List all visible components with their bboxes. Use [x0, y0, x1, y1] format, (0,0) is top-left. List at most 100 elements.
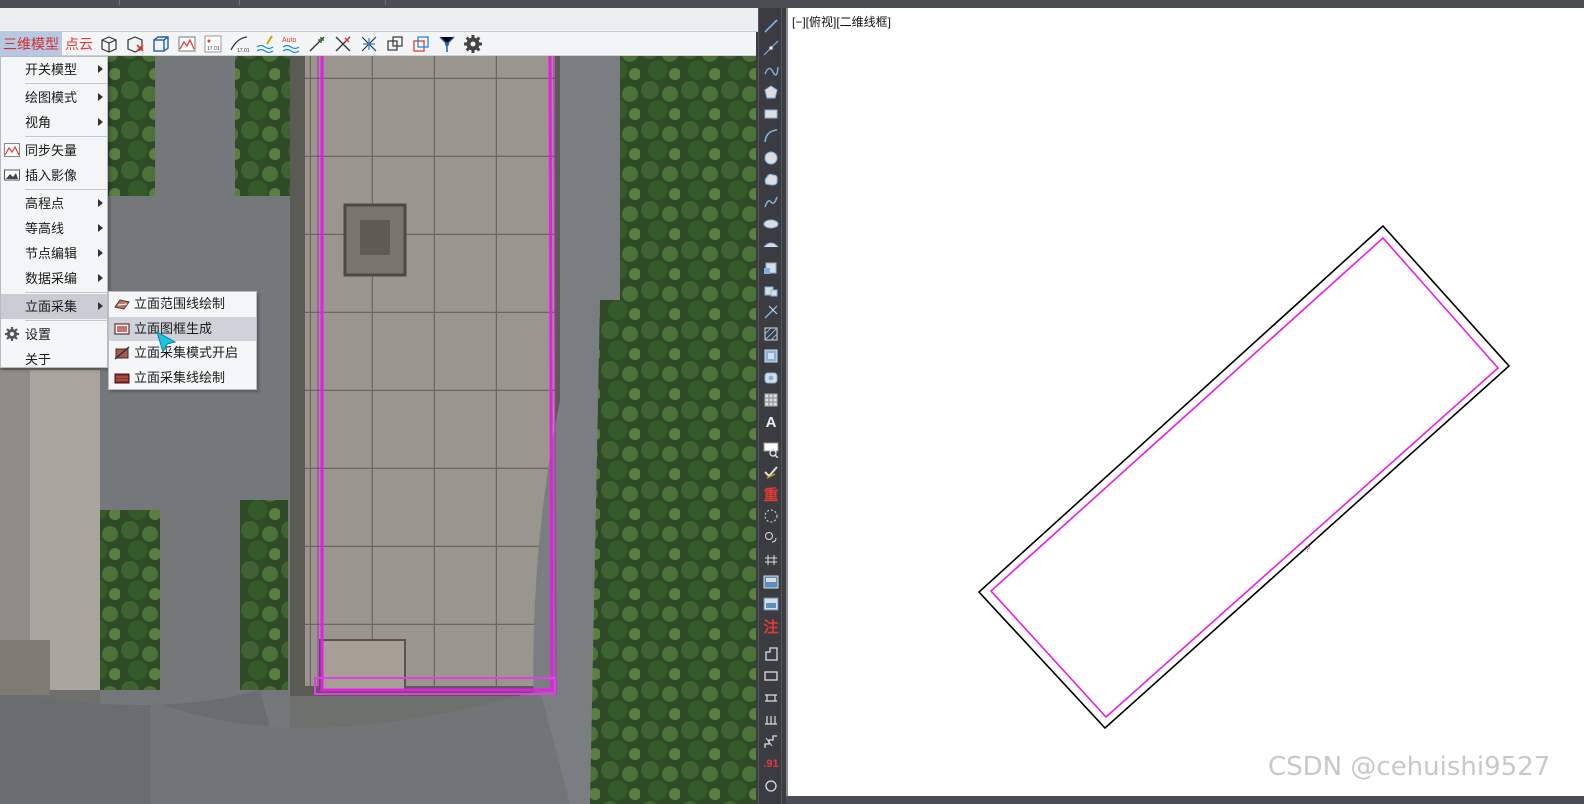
menu-item-insert-image[interactable]: 插入影像: [1, 163, 107, 188]
spline-icon[interactable]: [761, 192, 781, 212]
menu-3d-model[interactable]: 三维模型: [0, 31, 62, 56]
insert-image-icon: [4, 169, 20, 181]
ladder-icon[interactable]: [761, 688, 781, 708]
sync-vector-icon: [4, 143, 20, 157]
plugin-toolbar: 三维模型 点云 17.01 17.01 Auto: [0, 31, 756, 56]
viewer-title-bar: [0, 8, 758, 32]
stair-icon[interactable]: [761, 732, 781, 752]
polygon-icon[interactable]: [761, 82, 781, 102]
table-icon[interactable]: [761, 390, 781, 410]
node-delete-icon[interactable]: [330, 32, 356, 56]
copy-box-icon[interactable]: [382, 32, 408, 56]
menu-item-label: 关于: [25, 352, 52, 367]
menu-item-contour[interactable]: 等高线: [1, 216, 107, 241]
text-tool-label: A: [765, 413, 777, 431]
ellipse-icon[interactable]: [761, 214, 781, 234]
contour-label-icon[interactable]: 17.01: [226, 32, 252, 56]
corner-box-icon[interactable]: [761, 644, 781, 664]
snap-lines-icon[interactable]: [434, 32, 460, 56]
heavy-tool-icon[interactable]: 重: [761, 484, 781, 504]
top-tab[interactable]: [0, 0, 120, 5]
elevation-point-icon[interactable]: 17.01: [200, 32, 226, 56]
code-search-icon[interactable]: [761, 440, 781, 460]
menu-item-toggle-model[interactable]: 开关模型: [1, 57, 107, 82]
menu-item-view-angle[interactable]: 视角: [1, 110, 107, 135]
cube-wire-icon[interactable]: [148, 32, 174, 56]
3d-model-dropdown-menu: 开关模型 绘图模式 视角 同步矢量 插入影像 高程点 等高线 节点编辑 数据采编: [0, 56, 108, 368]
point-icon[interactable]: [761, 302, 781, 322]
cube-delete-icon[interactable]: [122, 32, 148, 56]
submenu-arrow-icon: [98, 199, 103, 207]
menu-item-facade-collect[interactable]: 立面采集: [1, 294, 107, 319]
menu-point-cloud[interactable]: 点云: [62, 32, 96, 56]
menu-item-label: 数据采编: [25, 271, 78, 286]
overlap-box-icon[interactable]: [408, 32, 434, 56]
menu-item-label: 等高线: [25, 221, 65, 236]
elevation-91-label: .91: [763, 758, 779, 770]
arc-icon[interactable]: [761, 126, 781, 146]
cube-outline-icon[interactable]: [96, 32, 122, 56]
camera-rotate-icon[interactable]: [761, 528, 781, 548]
csdn-watermark: CSDN @cehuishi9527: [1268, 752, 1551, 782]
menu-item-data-collect[interactable]: 数据采编: [1, 266, 107, 291]
menu-item-sync-vector[interactable]: 同步矢量: [1, 138, 107, 163]
menu-item-elevation-point[interactable]: 高程点: [1, 191, 107, 216]
polyline-icon[interactable]: [761, 60, 781, 80]
menu-item-settings[interactable]: 设置: [1, 322, 107, 347]
menu-item-node-edit[interactable]: 节点编辑: [1, 241, 107, 266]
dimension-icon[interactable]: [761, 550, 781, 570]
auto-contour-icon[interactable]: Auto: [278, 32, 304, 56]
3d-model-viewport[interactable]: [0, 56, 756, 804]
hatch-icon[interactable]: [761, 324, 781, 344]
image-frame-icon[interactable]: [761, 572, 781, 592]
image-chart-icon[interactable]: [174, 32, 200, 56]
menu-item-label: 设置: [25, 327, 52, 342]
rectangle-icon[interactable]: [761, 104, 781, 124]
gradient-icon[interactable]: [761, 346, 781, 366]
check-layer-icon[interactable]: [761, 462, 781, 482]
top-tab[interactable]: [240, 0, 386, 5]
line-tool-icon[interactable]: [761, 16, 781, 36]
image-frame2-icon[interactable]: [761, 594, 781, 614]
node-move-icon[interactable]: [356, 32, 382, 56]
svg-text:17.01: 17.01: [237, 48, 249, 54]
insert-block-icon[interactable]: [761, 258, 781, 278]
top-tab[interactable]: [120, 0, 240, 5]
construction-line-icon[interactable]: [761, 38, 781, 58]
submenu-item-facade-mode-on[interactable]: 立面采集模式开启: [109, 341, 256, 366]
make-block-icon[interactable]: [761, 280, 781, 300]
region-icon[interactable]: [761, 368, 781, 388]
menu-item-draw-mode[interactable]: 绘图模式: [1, 85, 107, 110]
text-tool-icon[interactable]: A: [761, 412, 781, 432]
menu-separator: [25, 292, 107, 293]
elevation-91-icon[interactable]: .91: [761, 754, 781, 774]
revcloud-icon[interactable]: [761, 170, 781, 190]
submenu-arrow-icon: [98, 224, 103, 232]
submenu-item-facade-range-draw[interactable]: 立面范围线绘制: [109, 292, 256, 317]
submenu-item-label: 立面采集线绘制: [134, 369, 226, 385]
app-window: 三维模型 点云 17.01 17.01 Auto 开关模型 绘图模式 视角 同步…: [0, 0, 1584, 804]
settings-icon[interactable]: [460, 32, 486, 56]
annotate-tool-icon[interactable]: 注: [761, 616, 781, 636]
mouse-cursor-icon: [156, 330, 177, 354]
menu-item-about[interactable]: 关于: [1, 347, 107, 372]
menu-separator: [25, 136, 107, 137]
annotate-tool-label: 注: [763, 618, 779, 636]
submenu-arrow-icon: [98, 65, 103, 73]
dotted-select-icon[interactable]: [761, 506, 781, 526]
rect-outline-icon[interactable]: [761, 666, 781, 686]
aerial-scene: [0, 56, 756, 804]
elevation-frame-drawing: ?: [977, 224, 1511, 730]
circle-small-icon[interactable]: [761, 776, 781, 796]
ellipse-arc-icon[interactable]: [761, 236, 781, 256]
cad-draw-toolbar: A 重 注 .91: [758, 8, 782, 804]
submenu-item-facade-line-draw[interactable]: 立面采集线绘制: [109, 366, 256, 391]
facade-frame-icon: [114, 322, 130, 335]
heavy-tool-label: 重: [763, 486, 779, 504]
pen-contour-icon[interactable]: [252, 32, 278, 56]
submenu-item-facade-frame-generate[interactable]: 立面图框生成: [109, 316, 256, 341]
fence-icon[interactable]: [761, 710, 781, 730]
circle-icon[interactable]: [761, 148, 781, 168]
cad-drawing-area[interactable]: [−][俯视][二维线框] ?: [786, 8, 1584, 796]
node-add-icon[interactable]: [304, 32, 330, 56]
